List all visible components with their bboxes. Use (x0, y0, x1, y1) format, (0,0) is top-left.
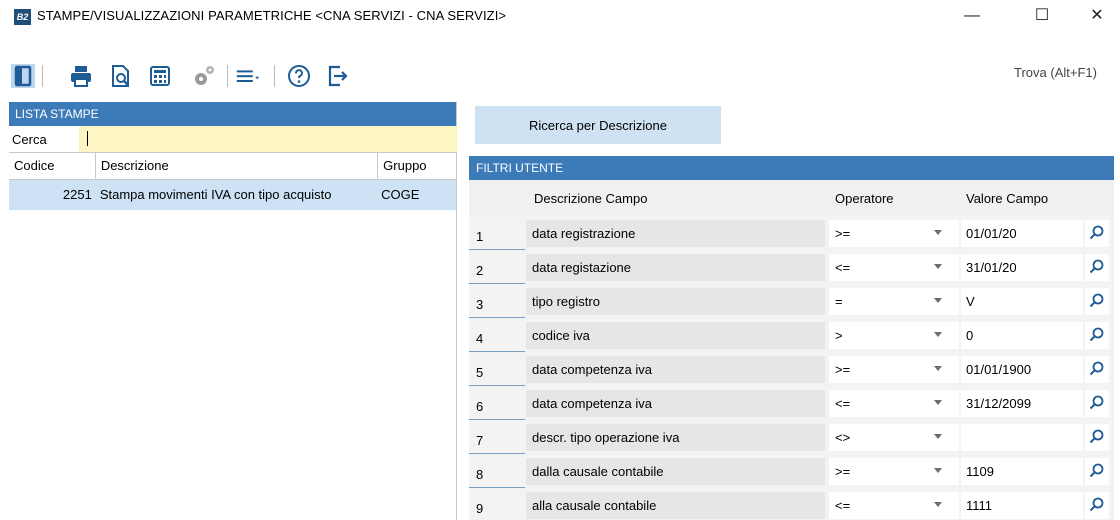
search-icon[interactable] (1085, 390, 1109, 417)
dropdown-arrow-icon[interactable] (934, 366, 942, 371)
grid-header: Codice Descrizione Gruppo (9, 152, 456, 180)
filter-field-description: data registazione (526, 254, 825, 281)
user-filters-header: FILTRI UTENTE (469, 156, 1114, 180)
column-header-code[interactable]: Codice (9, 153, 96, 179)
dropdown-arrow-icon[interactable] (934, 400, 942, 405)
filter-field-description: data competenza iva (526, 390, 825, 417)
exit-icon[interactable] (326, 64, 350, 88)
find-shortcut-label[interactable]: Trova (Alt+F1) (1014, 65, 1097, 80)
window-title: STAMPE/VISUALIZZAZIONI PARAMETRICHE <CNA… (37, 8, 507, 23)
field-value-input[interactable]: 31/01/20 (961, 254, 1083, 281)
column-header-field-description: Descrizione Campo (534, 191, 648, 206)
filters-column-headers: Descrizione Campo Operatore Valore Campo (469, 180, 1114, 216)
maximize-button[interactable]: ☐ (1019, 0, 1065, 32)
filter-row: 7 descr. tipo operazione iva <> (469, 420, 1114, 454)
column-header-description[interactable]: Descrizione (96, 153, 379, 179)
filter-field-description: tipo registro (526, 288, 825, 315)
filter-field-description: data competenza iva (526, 356, 825, 383)
dropdown-arrow-icon[interactable] (934, 264, 942, 269)
filter-field-description: codice iva (526, 322, 825, 349)
filter-row: 1 data registrazione >= 01/01/20 (469, 216, 1114, 250)
search-icon[interactable] (1085, 288, 1109, 315)
search-by-description-button[interactable]: Ricerca per Descrizione (475, 106, 721, 144)
toolbar-separator (274, 65, 275, 87)
filter-row: 9 alla causale contabile <= 1111 (469, 488, 1114, 520)
filter-row-number: 6 (469, 390, 525, 420)
search-icon[interactable] (1085, 254, 1109, 281)
filter-row: 4 codice iva >0 (469, 318, 1114, 352)
column-header-field-value: Valore Campo (966, 191, 1049, 206)
filter-field-description: alla causale contabile (526, 492, 825, 519)
filter-row: 6 data competenza iva <= 31/12/2099 (469, 386, 1114, 420)
field-value-input[interactable]: 31/12/2099 (961, 390, 1083, 417)
filter-row: 2 data registazione <= 31/01/20 (469, 250, 1114, 284)
filter-row-number: 4 (469, 322, 525, 352)
close-button[interactable]: ✕ (1074, 0, 1120, 32)
filter-row: 3 tipo registro = V (469, 284, 1114, 318)
menu-icon[interactable] (236, 64, 260, 88)
field-value-input[interactable]: 0 (961, 322, 1083, 349)
filter-field-description: descr. tipo operazione iva (526, 424, 825, 451)
text-caret (87, 131, 88, 146)
filter-row-number: 2 (469, 254, 525, 284)
settings-gears-icon (195, 66, 214, 85)
cell-description: Stampa movimenti IVA con tipo acquisto (99, 187, 332, 202)
filter-row: 8 dalla causale contabile >= 1109 (469, 454, 1114, 488)
column-header-group[interactable]: Gruppo (378, 153, 456, 179)
print-icon[interactable] (69, 64, 93, 88)
search-input[interactable] (79, 126, 457, 152)
dropdown-arrow-icon[interactable] (934, 332, 942, 337)
toolbar-separator (42, 65, 43, 87)
field-value-input[interactable] (961, 424, 1083, 451)
search-icon[interactable] (1085, 492, 1109, 519)
field-value-input[interactable]: 01/01/1900 (961, 356, 1083, 383)
filter-field-description: dalla causale contabile (526, 458, 825, 485)
search-icon[interactable] (1085, 458, 1109, 485)
print-list-header: LISTA STAMPE (9, 102, 456, 126)
filter-row-number: 1 (469, 220, 525, 250)
search-row: Cerca (9, 126, 457, 152)
field-value-input[interactable]: 1109 (961, 458, 1083, 485)
filter-row-number: 7 (469, 424, 525, 454)
cell-group: COGE (381, 187, 420, 202)
print-preview-icon[interactable] (109, 64, 133, 88)
user-filters-panel: FILTRI UTENTE Descrizione Campo Operator… (469, 156, 1114, 520)
dropdown-arrow-icon[interactable] (934, 230, 942, 235)
title-bar: B2 STAMPE/VISUALIZZAZIONI PARAMETRICHE <… (0, 0, 1120, 32)
panel-toggle-icon[interactable] (11, 64, 35, 88)
print-list-panel: LISTA STAMPE Cerca Codice Descrizione Gr… (9, 102, 457, 520)
search-icon[interactable] (1085, 424, 1109, 451)
filter-row-number: 5 (469, 356, 525, 386)
field-value-input[interactable]: V (961, 288, 1083, 315)
filter-row-number: 3 (469, 288, 525, 318)
filter-field-description: data registrazione (526, 220, 825, 247)
toolbar (0, 55, 1120, 95)
dropdown-arrow-icon[interactable] (934, 298, 942, 303)
search-icon[interactable] (1085, 356, 1109, 383)
dropdown-arrow-icon[interactable] (934, 502, 942, 507)
column-header-operator: Operatore (835, 191, 894, 206)
minimize-button[interactable]: — (949, 0, 995, 32)
search-icon[interactable] (1085, 220, 1109, 247)
search-icon[interactable] (1085, 322, 1109, 349)
toolbar-separator (227, 65, 228, 87)
field-value-input[interactable]: 1111 (961, 492, 1083, 519)
filter-row-number: 8 (469, 458, 525, 488)
search-label: Cerca (12, 132, 47, 147)
dropdown-arrow-icon[interactable] (934, 434, 942, 439)
app-logo: B2 (14, 9, 31, 25)
cell-code: 2251 (62, 187, 92, 202)
field-value-input[interactable]: 01/01/20 (961, 220, 1083, 247)
filter-row-number: 9 (469, 492, 525, 520)
table-row[interactable]: 2251 Stampa movimenti IVA con tipo acqui… (9, 180, 456, 210)
filter-rows: 1 data registrazione >= 01/01/20 2 data regis… (469, 216, 1114, 520)
filter-row: 5 data competenza iva >= 01/01/1900 (469, 352, 1114, 386)
dropdown-arrow-icon[interactable] (934, 468, 942, 473)
help-icon[interactable] (287, 64, 311, 88)
calculator-icon[interactable] (148, 64, 172, 88)
